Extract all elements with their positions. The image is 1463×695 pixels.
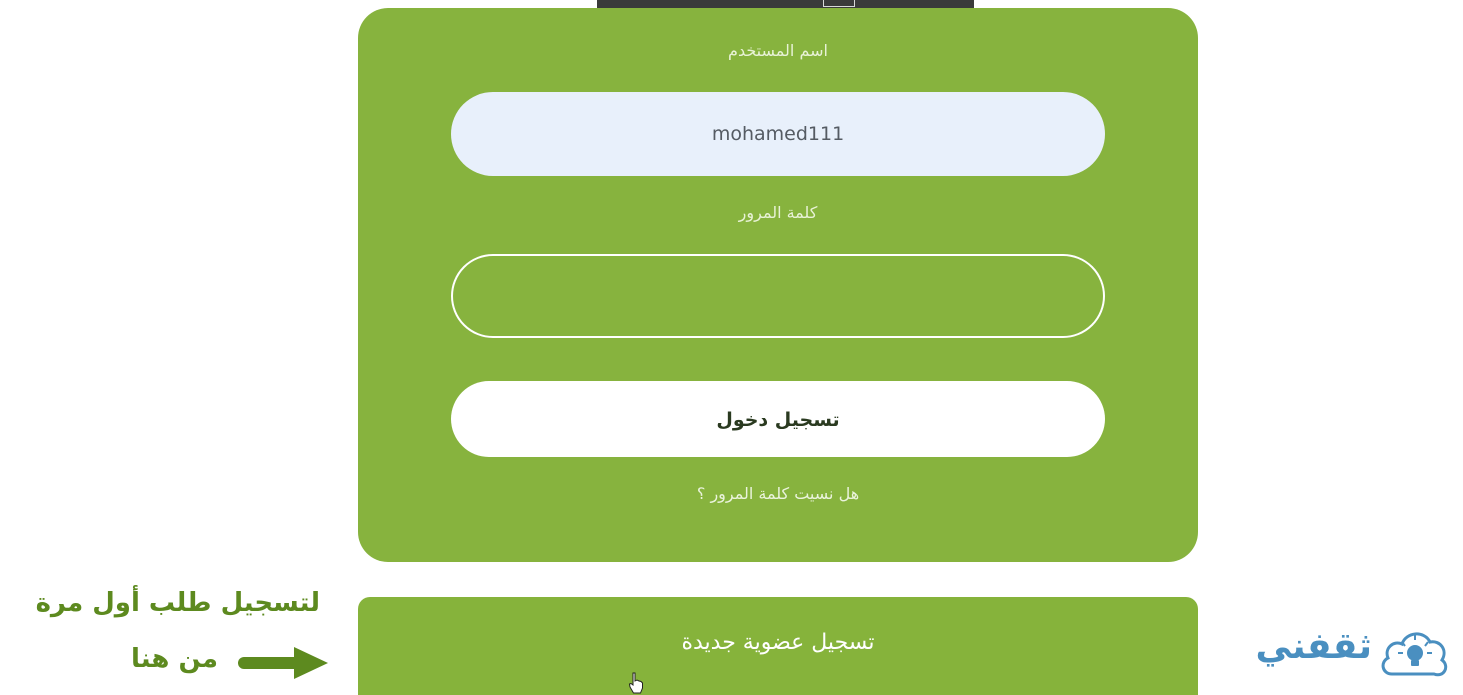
register-button[interactable]: تسجيل عضوية جديدة [358,597,1198,695]
username-label: اسم المستخدم [728,41,828,60]
brand-logo: ثقفني [1245,622,1450,688]
login-button[interactable]: تسجيل دخول [451,381,1105,457]
register-button-label: تسجيل عضوية جديدة [681,630,875,655]
overlay-notch [823,0,855,7]
password-input[interactable] [451,254,1105,338]
hand-cursor-icon [628,672,643,694]
arrow-right-icon [238,647,328,679]
login-card: اسم المستخدم كلمة المرور تسجيل دخول هل ن… [358,8,1198,562]
brand-name: ثقفني [1255,626,1372,667]
password-label: كلمة المرور [738,203,818,222]
forgot-password-link[interactable]: هل نسيت كلمة المرور ؟ [358,484,1198,503]
annotation-line-2: من هنا [131,644,218,674]
username-input[interactable] [451,92,1105,176]
lightbulb-cloud-icon [1381,632,1448,677]
annotation-line-1: لتسجيل طلب أول مرة [35,588,320,618]
page: اسم المستخدم كلمة المرور تسجيل دخول هل ن… [0,0,1463,695]
